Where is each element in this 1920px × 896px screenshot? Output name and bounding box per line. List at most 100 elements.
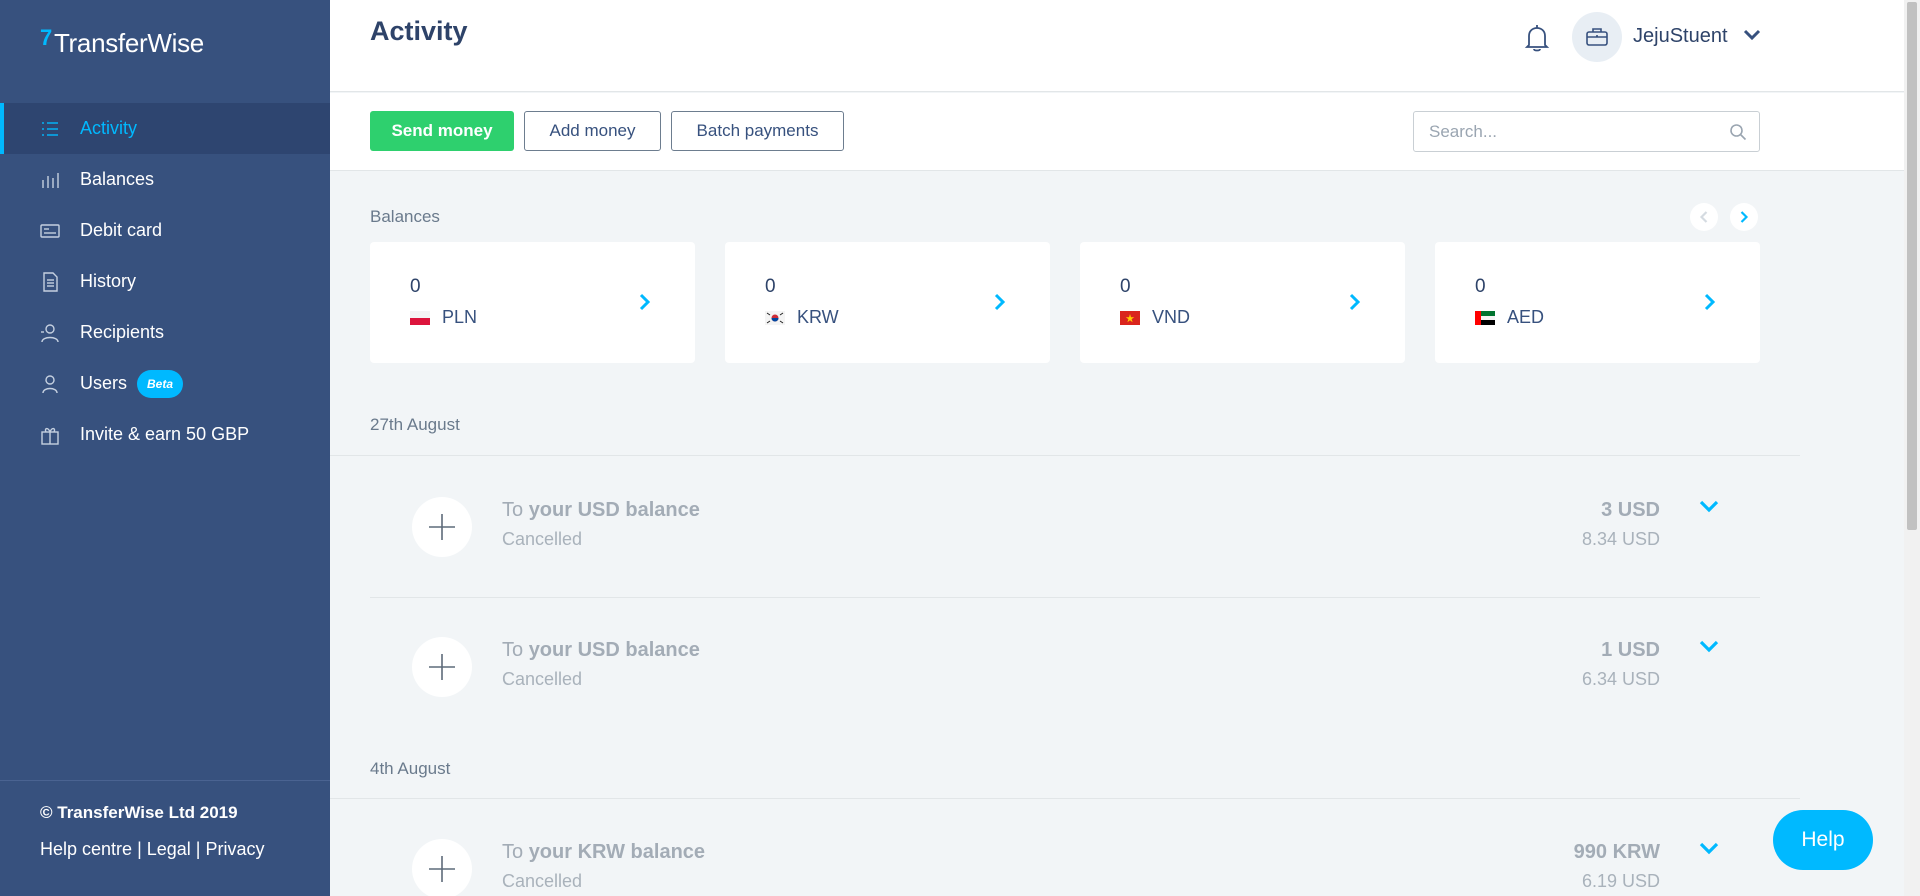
balance-card-vnd[interactable]: 0 VND xyxy=(1080,242,1405,363)
page-title: Activity xyxy=(370,16,468,46)
transaction-prefix: To xyxy=(502,841,529,863)
carousel-next-button[interactable] xyxy=(1730,203,1758,231)
scrollbar[interactable] xyxy=(1904,0,1920,896)
scrollbar-thumb[interactable] xyxy=(1907,2,1917,530)
date-group-label: 27th August xyxy=(370,415,460,434)
plus-icon xyxy=(412,497,472,557)
privacy-link[interactable]: Privacy xyxy=(205,839,264,859)
transaction-prefix: To xyxy=(502,639,529,661)
transaction-row[interactable]: To your USD balance Cancelled 1 USD 6.34… xyxy=(370,597,1760,737)
logo-text: TransferWise xyxy=(53,28,204,58)
plus-icon xyxy=(412,839,472,896)
south-korea-flag-icon xyxy=(765,310,785,325)
search-icon[interactable] xyxy=(1729,123,1747,141)
transaction-amount: 3 USD xyxy=(1601,499,1660,521)
currency-code: VND xyxy=(1152,307,1191,327)
chevron-down-icon[interactable] xyxy=(1698,499,1720,515)
balance-card-pln[interactable]: 0 PLN xyxy=(370,242,695,363)
sidebar-item-history[interactable]: History xyxy=(0,256,330,307)
balance-currency: PLN xyxy=(410,307,477,328)
sidebar: 7 TransferWise Activity Balances Debit c… xyxy=(0,0,330,896)
add-money-button[interactable]: Add money xyxy=(524,111,661,151)
transaction-status: Cancelled xyxy=(502,529,583,549)
transaction-status: Cancelled xyxy=(502,871,583,891)
chevron-down-icon[interactable] xyxy=(1743,28,1761,42)
avatar[interactable] xyxy=(1572,12,1622,62)
footer-links: Help centre | Legal | Privacy xyxy=(40,839,290,860)
sidebar-item-label: History xyxy=(80,271,137,291)
balance-amount: 0 xyxy=(765,276,776,297)
balance-amount: 0 xyxy=(1120,276,1131,297)
sidebar-item-label: Debit card xyxy=(80,220,163,240)
batch-payments-button[interactable]: Batch payments xyxy=(671,111,844,151)
logo[interactable]: 7 TransferWise xyxy=(40,25,204,59)
sidebar-item-label: Invite & earn 50 GBP xyxy=(80,424,250,444)
sidebar-item-label: Activity xyxy=(80,118,138,138)
balance-currency: VND xyxy=(1120,307,1190,328)
sidebar-item-balances[interactable]: Balances xyxy=(0,154,330,205)
briefcase-icon xyxy=(1586,28,1608,46)
chevron-left-icon xyxy=(1699,211,1708,223)
transaction-status: Cancelled xyxy=(502,669,583,689)
balance-card-krw[interactable]: 0 KRW xyxy=(725,242,1050,363)
legal-link[interactable]: Legal xyxy=(147,839,191,859)
transaction-amount: 1 USD xyxy=(1601,639,1660,661)
transaction-converted: 6.19 USD xyxy=(1581,871,1660,891)
transaction-target: your USD balance xyxy=(528,499,700,521)
transaction-amount: 990 KRW xyxy=(1573,841,1660,863)
transaction-target: your USD balance xyxy=(528,639,700,661)
copyright: © TransferWise Ltd 2019 xyxy=(40,803,238,822)
chevron-right-icon xyxy=(639,293,651,311)
sidebar-footer: © TransferWise Ltd 2019 Help centre | Le… xyxy=(0,780,330,896)
profile-name[interactable]: JejuStuent xyxy=(1633,25,1728,48)
recipients-icon xyxy=(40,323,60,343)
bell-icon[interactable] xyxy=(1522,22,1552,54)
transaction-prefix: To xyxy=(502,499,529,521)
balance-amount: 0 xyxy=(410,276,421,297)
transaction-row[interactable]: To your KRW balance Cancelled 990 KRW 6.… xyxy=(370,799,1760,896)
vietnam-flag-icon xyxy=(1120,310,1140,325)
bar-chart-icon xyxy=(40,170,60,190)
search-input[interactable] xyxy=(1414,112,1759,151)
balance-card-aed[interactable]: 0 AED xyxy=(1435,242,1760,363)
gift-icon xyxy=(40,425,60,445)
sidebar-item-recipients[interactable]: Recipients xyxy=(0,307,330,358)
header: Activity JejuStuent xyxy=(330,0,1904,92)
currency-code: PLN xyxy=(442,307,478,327)
toolbar: Send money Add money Batch payments xyxy=(330,93,1904,171)
chevron-down-icon[interactable] xyxy=(1698,841,1720,857)
separator: | xyxy=(190,839,206,859)
list-icon xyxy=(40,119,60,139)
balance-currency: KRW xyxy=(765,307,839,328)
separator: | xyxy=(132,839,147,859)
search-box xyxy=(1413,111,1760,152)
chevron-down-icon[interactable] xyxy=(1698,639,1720,655)
sidebar-item-activity[interactable]: Activity xyxy=(0,103,330,154)
uae-flag-icon xyxy=(1475,310,1495,325)
balances-label: Balances xyxy=(370,207,440,226)
sidebar-item-users[interactable]: Users Beta xyxy=(0,358,330,409)
sidebar-item-invite[interactable]: Invite & earn 50 GBP xyxy=(0,409,330,460)
sidebar-item-debit-card[interactable]: Debit card xyxy=(0,205,330,256)
chevron-right-icon xyxy=(1740,211,1749,223)
sidebar-item-label: Balances xyxy=(80,169,155,189)
carousel-prev-button[interactable] xyxy=(1690,203,1718,231)
chevron-right-icon xyxy=(1349,293,1361,311)
transaction-row[interactable]: To your USD balance Cancelled 3 USD 8.34… xyxy=(370,457,1760,597)
chevron-right-icon xyxy=(1704,293,1716,311)
divider xyxy=(330,455,1800,456)
transaction-title: To your KRW balance xyxy=(502,841,705,864)
help-centre-link[interactable]: Help centre xyxy=(40,839,132,859)
transaction-target: your KRW balance xyxy=(528,841,706,863)
balance-currency: AED xyxy=(1475,307,1544,328)
card-icon xyxy=(40,221,60,241)
currency-code: KRW xyxy=(797,307,839,327)
date-group-label: 4th August xyxy=(370,759,451,778)
send-money-button[interactable]: Send money xyxy=(370,111,514,151)
plus-icon xyxy=(412,637,472,697)
chevron-right-icon xyxy=(994,293,1006,311)
user-icon xyxy=(40,374,60,394)
sidebar-nav: Activity Balances Debit card History Rec… xyxy=(0,103,330,460)
transaction-title: To your USD balance xyxy=(502,639,700,662)
help-button[interactable]: Help xyxy=(1773,810,1873,870)
